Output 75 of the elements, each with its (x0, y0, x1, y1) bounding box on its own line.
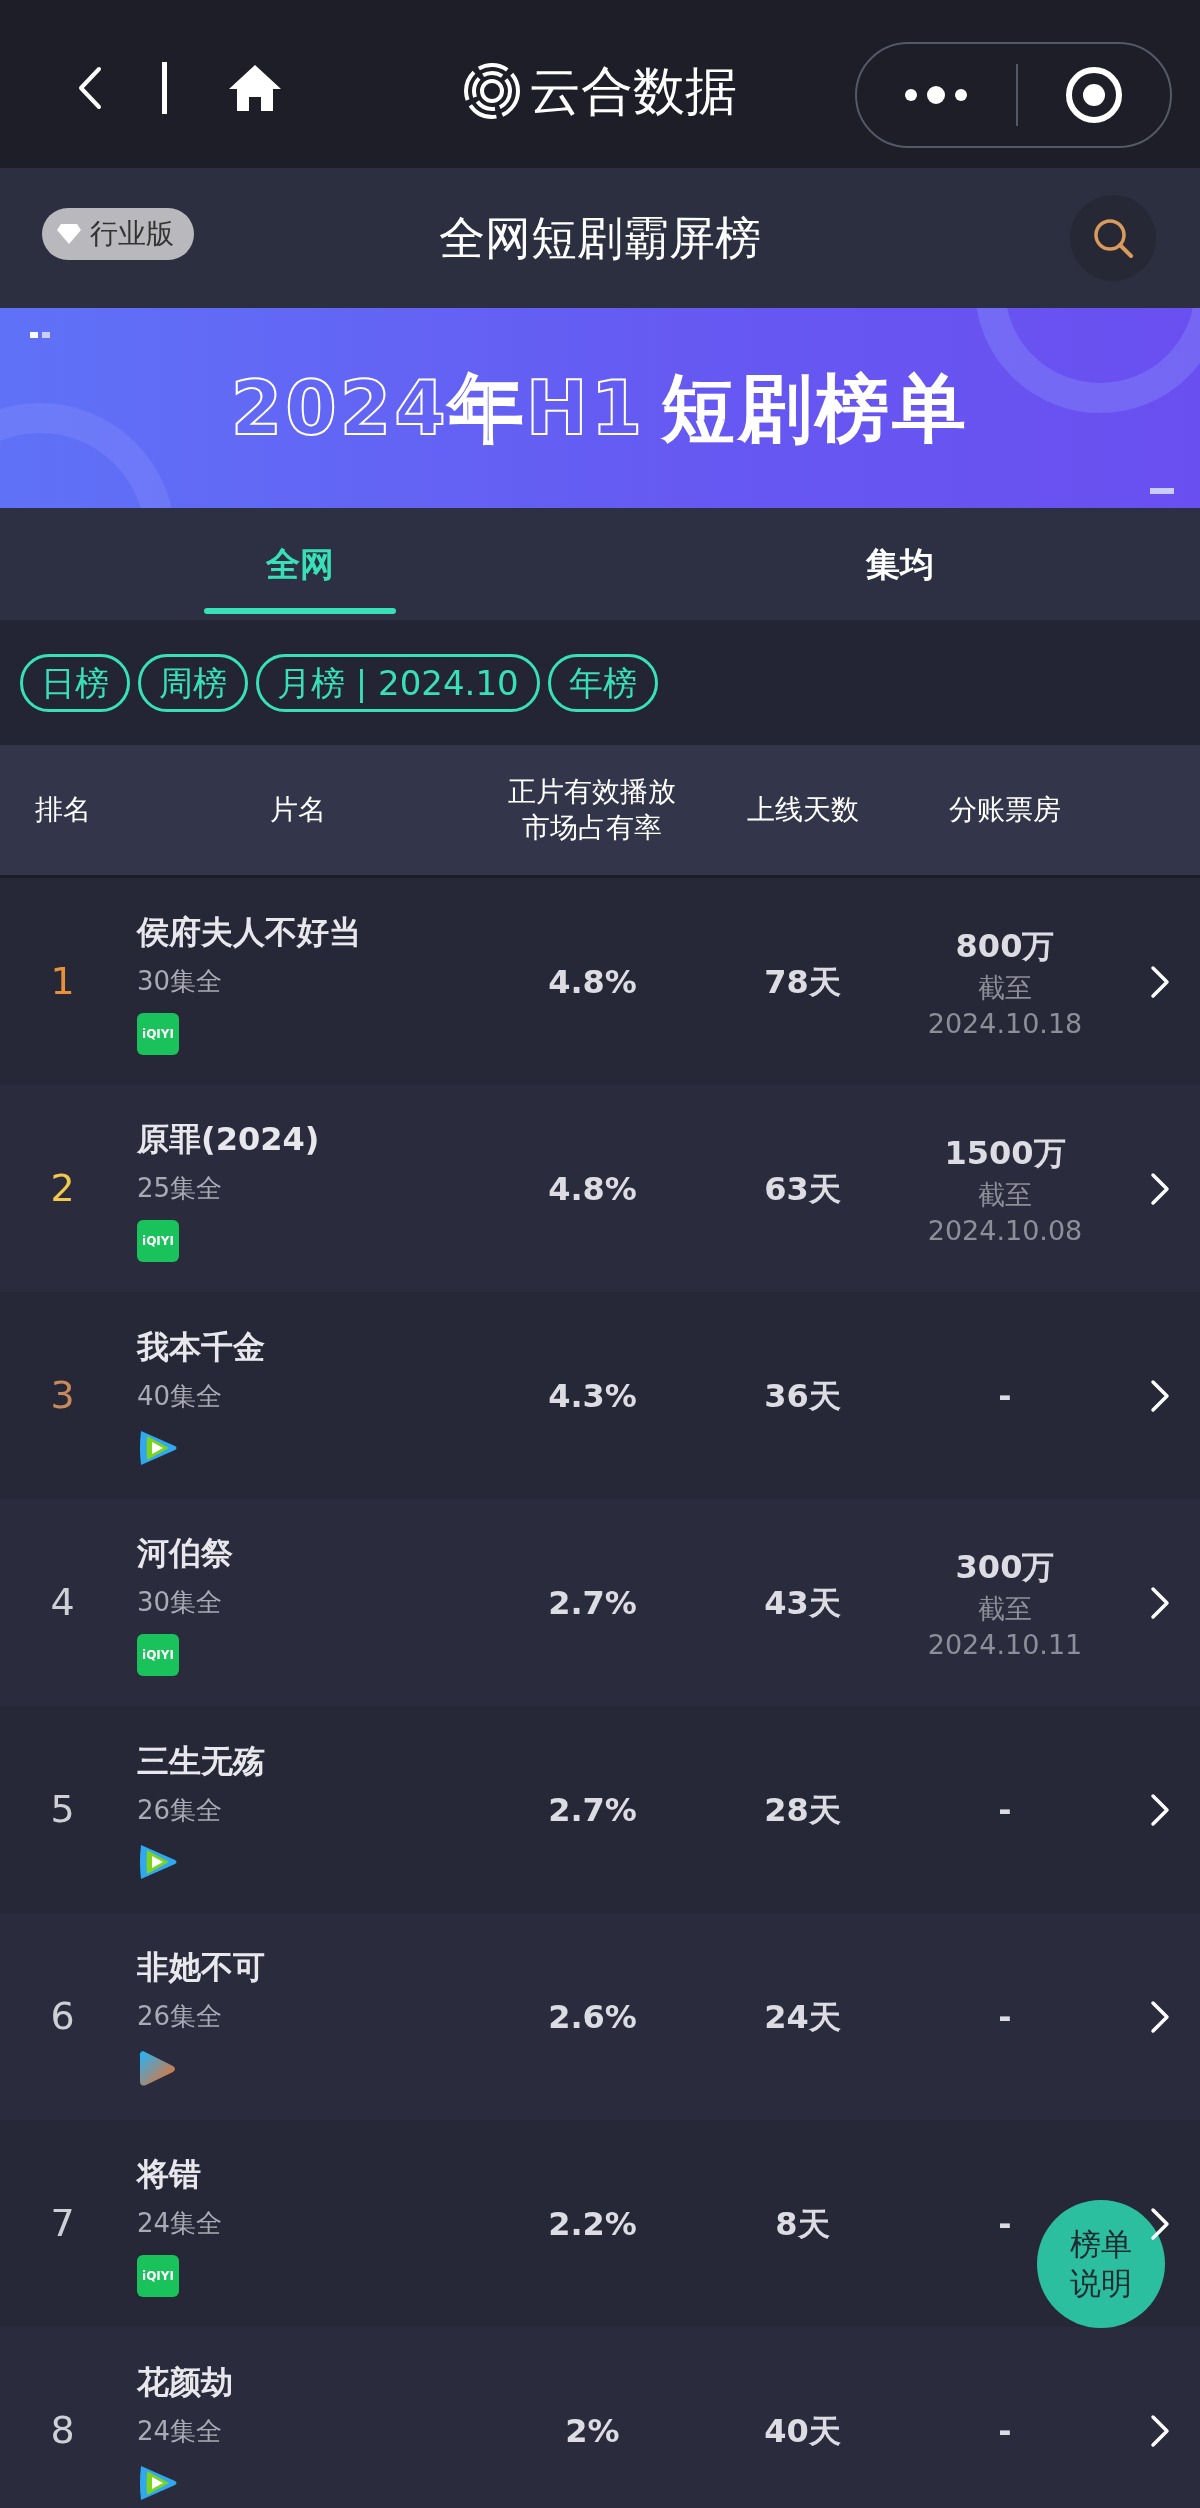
period-chip[interactable]: 日榜 (20, 653, 130, 712)
rank-number: 3 (50, 1372, 75, 1419)
box-office: - (998, 1375, 1012, 1417)
market-share: 4.8% (548, 1168, 637, 1210)
column-header: 片名 (269, 791, 326, 828)
box-office: - (998, 2410, 1012, 2452)
drama-title[interactable]: 侯府夫人不好当 (137, 908, 361, 956)
drama-title[interactable]: 将错 (137, 2150, 201, 2198)
episode-count: 30集全 (137, 965, 223, 998)
rank-number: 1 (50, 958, 75, 1005)
box-office: - (998, 1789, 1012, 1831)
banner[interactable]: 2024年H1 短剧榜单 (0, 308, 1200, 508)
days-online: 8天 (775, 2203, 830, 2245)
market-share: 2.2% (548, 2203, 637, 2245)
days-online: 78天 (764, 961, 841, 1003)
episode-count: 26集全 (137, 1794, 223, 1827)
drama-title[interactable]: 原罪(2024) (137, 1115, 320, 1163)
rank-number: 2 (50, 1165, 75, 1212)
box-office-note: 截至 (978, 1178, 1032, 1213)
column-header: 正片有效播放市场占有率 (507, 773, 678, 846)
market-share: 2.7% (548, 1789, 637, 1831)
box-office: - (998, 1996, 1012, 2038)
platform-icon: iQIYI (137, 2255, 179, 2297)
market-share: 2.7% (548, 1582, 637, 1624)
drama-title[interactable]: 花颜劫 (137, 2358, 233, 2406)
market-share: 2.6% (548, 1996, 637, 2038)
rank-number: 6 (50, 1993, 75, 2040)
period-chip[interactable]: 年榜 (547, 653, 658, 712)
market-share: 4.8% (548, 961, 637, 1003)
drama-title[interactable]: 非她不可 (137, 1943, 265, 1991)
app-title: 云合数据 (529, 65, 737, 117)
box-office: 1500万 (944, 1133, 1066, 1175)
market-share: 4.3% (548, 1375, 637, 1417)
episode-count: 30集全 (137, 1586, 223, 1619)
period-chip[interactable]: 月榜 | 2024.10 (256, 653, 540, 712)
page-title: 全网短剧霸屏榜 (439, 215, 761, 261)
episode-count: 25集全 (137, 1172, 223, 1205)
column-header: 排名 (34, 791, 91, 828)
days-online: 43天 (764, 1582, 841, 1624)
box-office-date: 2024.10.18 (927, 1006, 1083, 1041)
box-office-date: 2024.10.08 (927, 1213, 1083, 1248)
banner-year-text: 2024年H1 (230, 371, 646, 445)
box-office: 300万 (955, 1547, 1055, 1589)
days-online: 40天 (764, 2410, 841, 2452)
rank-number: 8 (50, 2407, 75, 2454)
days-online: 28天 (764, 1789, 841, 1831)
episode-count: 26集全 (137, 2000, 223, 2033)
banner-title: 短剧榜单 (661, 371, 970, 445)
platform-icon: iQIYI (137, 1013, 179, 1055)
episode-count: 24集全 (137, 2415, 223, 2448)
box-office: 800万 (955, 926, 1055, 968)
drama-title[interactable]: 我本千金 (137, 1323, 265, 1371)
column-header: 上线天数 (746, 791, 859, 828)
box-office-note: 截至 (978, 1592, 1032, 1627)
episode-count: 40集全 (137, 1380, 223, 1413)
box-office-date: 2024.10.11 (927, 1627, 1083, 1662)
rank-number: 4 (50, 1579, 75, 1626)
column-header: 分账票房 (949, 791, 1061, 828)
episode-count: 24集全 (137, 2207, 223, 2240)
box-office: - (998, 2203, 1012, 2245)
market-share: 2% (565, 2410, 620, 2452)
tab[interactable]: 全网 (0, 508, 600, 620)
rank-number: 7 (50, 2200, 75, 2247)
tab[interactable]: 集均 (600, 508, 1200, 620)
days-online: 24天 (764, 1996, 841, 2038)
period-chip[interactable]: 周榜 (138, 653, 248, 712)
platform-icon: iQIYI (137, 1220, 179, 1262)
rank-number: 5 (50, 1786, 75, 1833)
drama-title[interactable]: 三生无殇 (137, 1737, 265, 1785)
platform-icon: iQIYI (137, 1634, 179, 1676)
days-online: 36天 (764, 1375, 841, 1417)
edition-badge[interactable]: 行业版 (42, 208, 194, 260)
days-online: 63天 (764, 1168, 841, 1210)
box-office-note: 截至 (978, 971, 1032, 1006)
drama-title[interactable]: 河伯祭 (137, 1529, 233, 1577)
